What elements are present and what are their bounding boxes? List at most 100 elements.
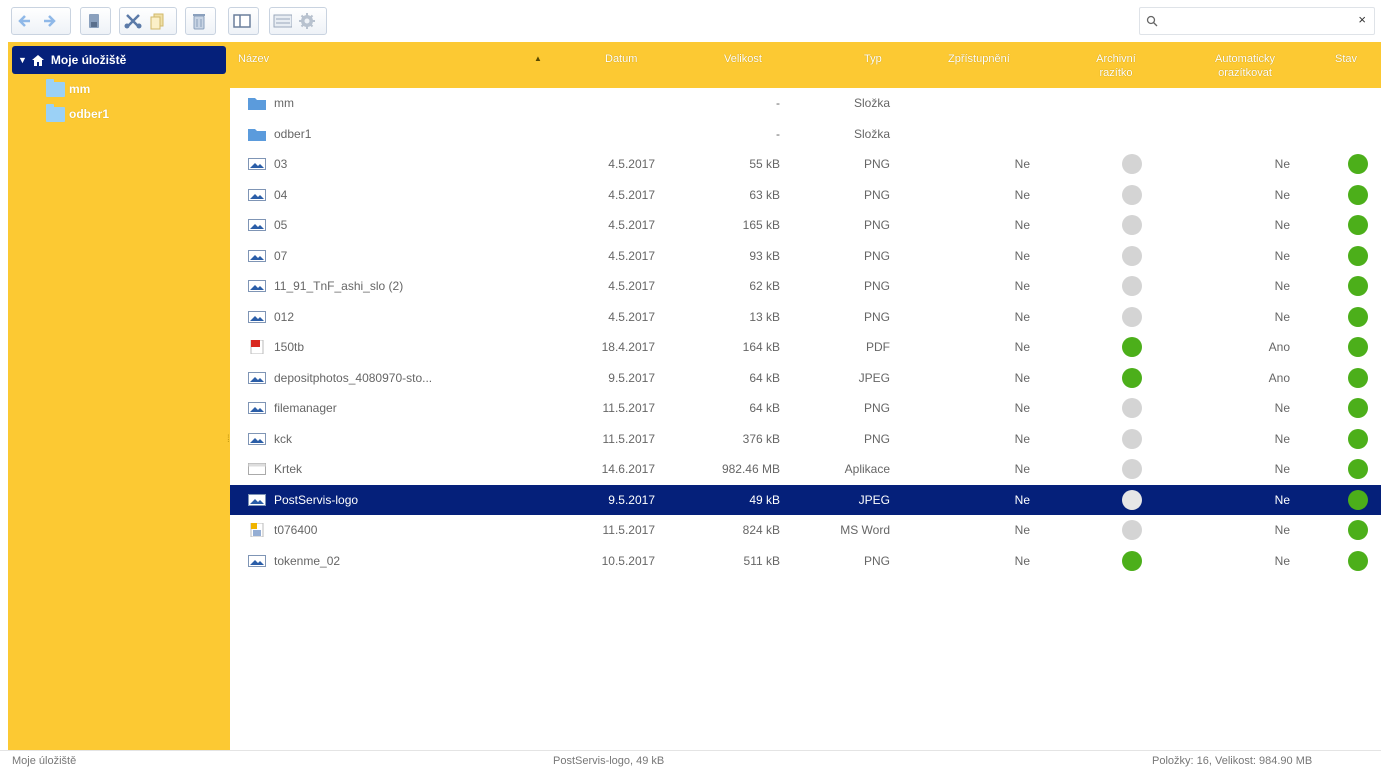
image-icon [248, 493, 266, 507]
cell-size: 13 kB [749, 309, 780, 324]
delete-group [185, 7, 216, 35]
table-row[interactable]: 04 4.5.2017 63 kB PNG Ne Ne [230, 180, 1381, 210]
column-header-date[interactable]: Datum [605, 52, 637, 66]
cell-size: 62 kB [749, 279, 780, 293]
preview-group [228, 7, 259, 35]
table-row[interactable]: t076400 11.5.2017 824 kB MS Word Ne Ne [230, 515, 1381, 545]
status-indicator [1348, 550, 1368, 571]
cell-name: 11_91_TnF_ashi_slo (2) [274, 279, 404, 293]
cell-name: tokenme_02 [274, 553, 341, 568]
cell-auto: Ano [1268, 340, 1290, 354]
table-row[interactable]: 11_91_TnF_ashi_slo (2) 4.5.2017 62 kB PNG Ne… [230, 271, 1381, 301]
cell-type: PNG [863, 187, 890, 202]
cell-date: 11.5.2017 [602, 401, 656, 415]
cell-type: PNG [863, 248, 890, 263]
cell-name: filemanager [274, 401, 337, 415]
table-row[interactable]: filemanager 11.5.2017 64 kB PNG Ne Ne [230, 393, 1381, 423]
status-summary: Položky: 16, Velikost: 984.90 MB [1152, 755, 1313, 767]
table-row[interactable]: mm - Složka [230, 88, 1381, 118]
cell-size: 64 kB [749, 401, 780, 415]
status-indicator [1348, 367, 1368, 388]
search-box: × [1139, 7, 1375, 35]
cell-auto: Ne [1274, 462, 1290, 476]
table-row[interactable]: PostServis-logo 9.5.2017 49 kB JPEG Ne Ne [230, 484, 1381, 515]
table-row[interactable]: 07 4.5.2017 93 kB PNG Ne Ne [230, 241, 1381, 271]
cell-date: 14.6.2017 [601, 462, 655, 476]
column-header-public[interactable]: Zpřístupnění [948, 52, 1010, 66]
cell-name: 03 [274, 157, 288, 171]
cell-size: 376 kB [742, 431, 780, 446]
copy-button[interactable] [147, 12, 166, 31]
column-header-name[interactable]: Název [238, 52, 269, 66]
table-row[interactable]: kck 11.5.2017 376 kB PNG Ne Ne [230, 424, 1381, 454]
column-header-status[interactable]: Stav [1335, 52, 1357, 66]
caret-down-icon[interactable]: ▼ [18, 55, 27, 65]
forward-button[interactable] [39, 12, 58, 31]
cell-public: Ne [1014, 248, 1030, 263]
cell-date: 9.5.2017 [608, 492, 655, 507]
table-row[interactable]: tokenme_02 10.5.2017 511 kB PNG Ne Ne [230, 546, 1381, 576]
tree-item-mm[interactable]: mm [46, 78, 90, 99]
search-input[interactable] [1162, 12, 1342, 30]
upload-group [80, 7, 111, 35]
cut-button[interactable] [123, 12, 142, 31]
column-header-archive[interactable]: Archivní razítko [1086, 52, 1146, 80]
status-indicator [1348, 184, 1368, 205]
file-grid: Název ▲ Datum Velikost Typ Zpřístupnění … [230, 42, 1381, 750]
tree-item-odber1[interactable]: odber1 [46, 103, 109, 124]
cell-type: JPEG [858, 492, 890, 507]
cell-public: Ne [1014, 309, 1030, 324]
table-row[interactable]: 05 4.5.2017 165 kB PNG Ne Ne [230, 210, 1381, 240]
status-selection: PostServis-logo, 49 kB [553, 755, 665, 767]
cell-size: 824 kB [742, 523, 780, 537]
cell-public: Ne [1014, 370, 1030, 385]
application-icon [248, 462, 266, 476]
archive-stamp-indicator [1122, 184, 1142, 205]
table-row[interactable]: 012 4.5.2017 13 kB PNG Ne Ne [230, 302, 1381, 332]
archive-stamp-indicator [1122, 489, 1142, 510]
tree-root-my-storage[interactable]: ▼ Moje úložiště [12, 46, 226, 74]
delete-button[interactable] [189, 12, 208, 31]
scissors-icon [124, 14, 141, 29]
back-button[interactable] [15, 12, 34, 31]
table-row[interactable]: 03 4.5.2017 55 kB PNG Ne Ne [230, 149, 1381, 179]
table-row[interactable]: 150tb 18.4.2017 164 kB PDF Ne Ano [230, 332, 1381, 362]
view-button[interactable] [273, 12, 292, 31]
cell-type: PNG [863, 279, 890, 293]
sort-ascending-icon[interactable]: ▲ [534, 54, 542, 63]
column-header-auto[interactable]: Automaticky orazítkovat [1200, 52, 1290, 80]
grid-header: Název ▲ Datum Velikost Typ Zpřístupnění … [230, 42, 1381, 88]
upload-button[interactable] [84, 12, 103, 31]
status-indicator [1348, 306, 1368, 327]
column-header-size[interactable]: Velikost [724, 52, 762, 66]
archive-stamp-indicator [1122, 215, 1142, 235]
cell-type: MS Word [840, 523, 890, 537]
image-icon [248, 249, 266, 263]
cell-auto: Ne [1274, 248, 1290, 263]
cell-date: 10.5.2017 [601, 553, 655, 568]
view-list-icon [273, 14, 292, 28]
cell-size: 165 kB [742, 218, 780, 232]
preview-button[interactable] [232, 12, 251, 31]
table-row[interactable]: odber1 - Složka [230, 119, 1381, 149]
upload-icon [88, 14, 99, 28]
table-row[interactable]: Krtek 14.6.2017 982.46 MB Aplikace Ne Ne [230, 454, 1381, 484]
cell-auto: Ne [1274, 523, 1290, 537]
search-clear-button[interactable]: × [1358, 12, 1366, 27]
status-location: Moje úložiště [12, 755, 77, 767]
cell-auto: Ne [1274, 157, 1290, 171]
cell-type: PNG [863, 553, 890, 568]
cell-type: JPEG [858, 370, 890, 385]
cell-auto: Ne [1274, 553, 1290, 568]
preview-panel-icon [232, 14, 251, 28]
cell-public: Ne [1014, 279, 1030, 293]
settings-button[interactable] [297, 12, 316, 31]
folder-icon [248, 96, 266, 110]
cell-date: 9.5.2017 [608, 370, 655, 385]
home-icon [31, 54, 45, 67]
column-header-type[interactable]: Typ [864, 52, 882, 66]
cell-type: PNG [863, 218, 890, 232]
cell-date: 4.5.2017 [608, 218, 655, 232]
table-row[interactable]: depositphotos_4080970-sto... 9.5.2017 64 k… [230, 363, 1381, 393]
cell-auto: Ne [1274, 218, 1290, 232]
